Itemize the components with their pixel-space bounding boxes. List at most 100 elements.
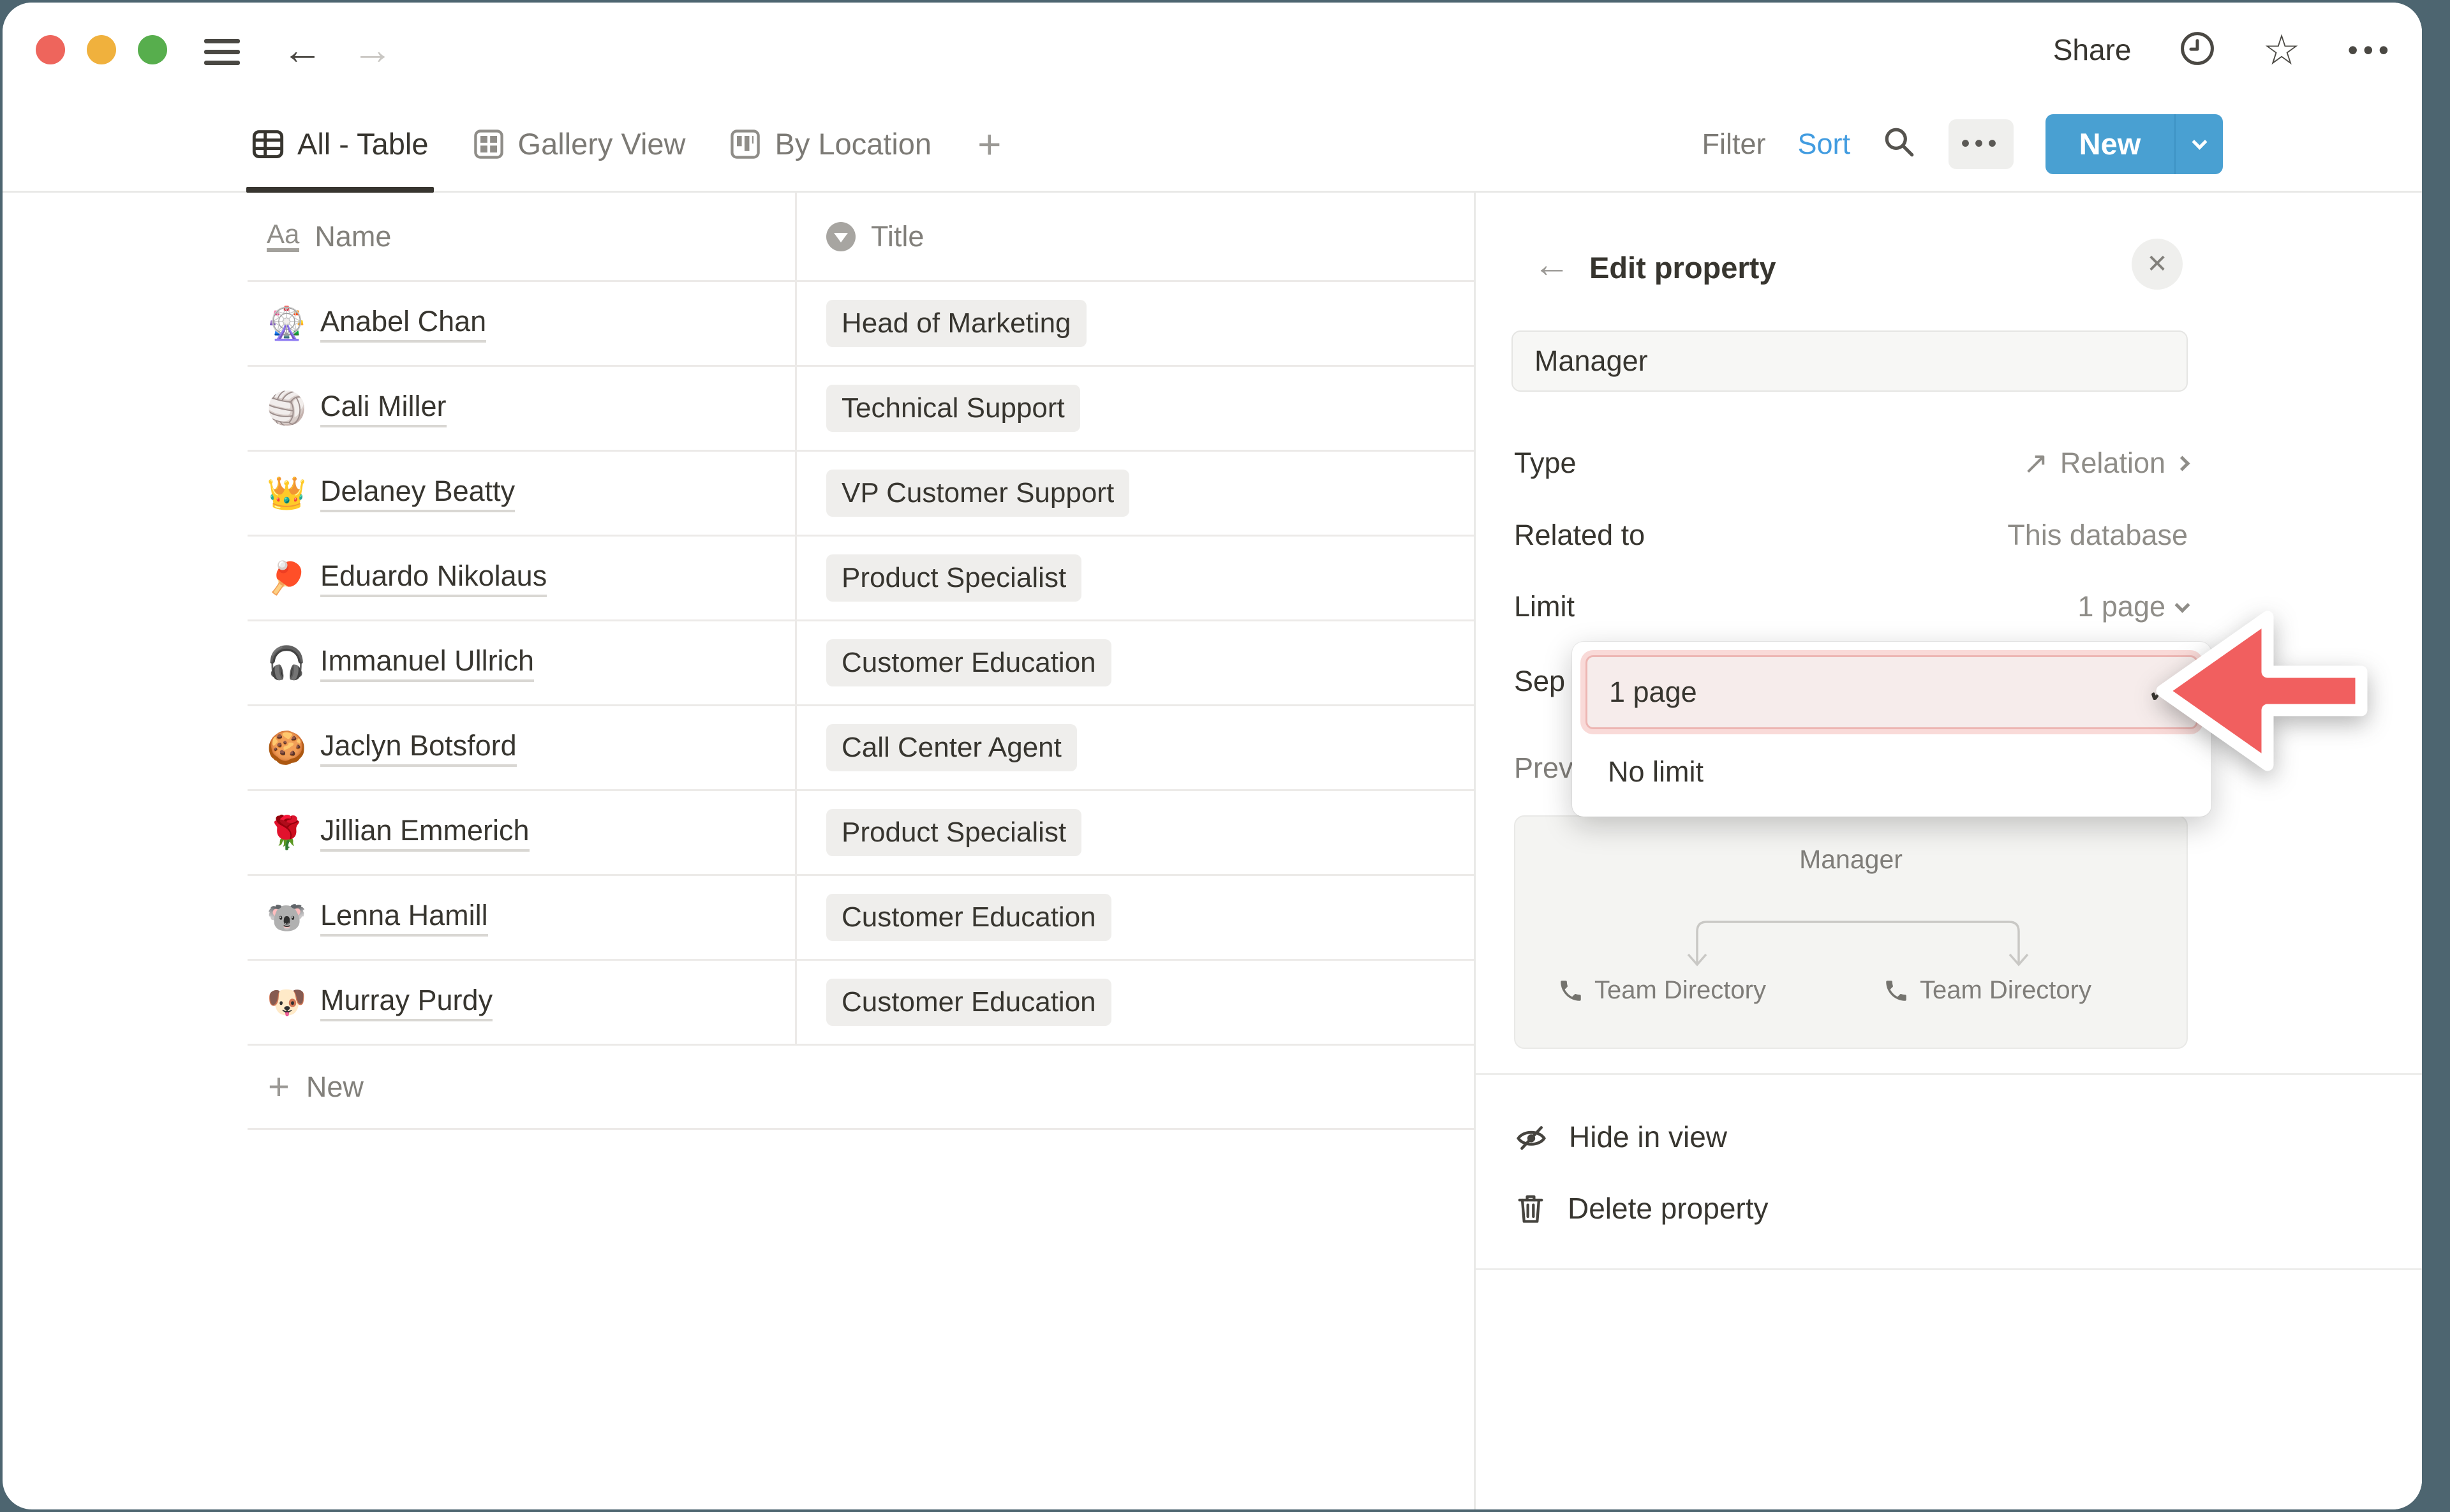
page-link[interactable]: Murray Purdy xyxy=(320,984,493,1021)
name-cell[interactable]: 🏓 Eduardo Nikolaus xyxy=(248,537,795,619)
clipped-property-label: Sep xyxy=(1514,665,1565,698)
view-options-button[interactable]: ••• xyxy=(1949,119,2014,169)
table-row: 🐶 Murray Purdy Customer Education xyxy=(248,961,1476,1046)
property-name-input[interactable]: Manager xyxy=(1511,330,2188,392)
column-header-name[interactable]: Aa Name xyxy=(248,193,795,280)
select-tag[interactable]: Product Specialist xyxy=(826,554,1081,602)
property-value: This database xyxy=(2007,519,2188,552)
title-cell[interactable]: VP Customer Support xyxy=(795,452,1476,535)
limit-dropdown-menu: 1 page ✓ No limit xyxy=(1572,642,2211,817)
add-row-button[interactable]: + New xyxy=(248,1046,1476,1130)
more-options-icon[interactable]: ••• xyxy=(2348,33,2394,67)
title-cell[interactable]: Customer Education xyxy=(795,961,1476,1044)
page-link[interactable]: Eduardo Nikolaus xyxy=(320,560,547,597)
forward-icon[interactable]: → xyxy=(352,20,393,79)
select-tag[interactable]: Call Center Agent xyxy=(826,724,1077,771)
hide-in-view-button[interactable]: Hide in view xyxy=(1514,1105,1727,1169)
new-button[interactable]: New xyxy=(2045,114,2223,174)
page-link[interactable]: Immanuel Ullrich xyxy=(320,644,534,682)
property-value: Relation xyxy=(2060,447,2165,480)
column-label: Name xyxy=(315,220,391,253)
table-view-icon xyxy=(251,128,285,161)
select-tag[interactable]: Customer Education xyxy=(826,979,1111,1026)
title-cell[interactable]: Customer Education xyxy=(795,876,1476,959)
select-tag[interactable]: Technical Support xyxy=(826,385,1080,432)
close-window-button[interactable] xyxy=(36,35,65,64)
updates-clock-icon[interactable] xyxy=(2179,30,2216,70)
share-button[interactable]: Share xyxy=(2053,33,2132,67)
table-row: 🏐 Cali Miller Technical Support xyxy=(248,367,1476,452)
search-icon[interactable] xyxy=(1882,125,1917,163)
property-label: Limit xyxy=(1514,590,1575,623)
page-link[interactable]: Jillian Emmerich xyxy=(320,814,530,852)
panel-close-icon[interactable]: ✕ xyxy=(2132,239,2183,290)
name-cell[interactable]: 🎧 Immanuel Ullrich xyxy=(248,621,795,704)
title-bar: ← → Share ☆ ••• xyxy=(3,3,2422,97)
delete-property-button[interactable]: Delete property xyxy=(1514,1176,1769,1240)
name-cell[interactable]: 👑 Delaney Beatty xyxy=(248,452,795,535)
annotation-arrow-left-icon xyxy=(2127,583,2402,794)
minimize-window-button[interactable] xyxy=(87,35,116,64)
name-cell[interactable]: 🍪 Jaclyn Botsford xyxy=(248,706,795,789)
tab-all-table[interactable]: All - Table xyxy=(248,97,433,191)
app-window: ← → Share ☆ ••• All - xyxy=(3,3,2422,1509)
new-dropdown-button[interactable] xyxy=(2176,114,2223,174)
zoom-window-button[interactable] xyxy=(138,35,167,64)
column-header-title[interactable]: Title xyxy=(795,193,1476,280)
add-view-button[interactable]: + xyxy=(971,97,1007,191)
related-to-value-button[interactable]: This database xyxy=(2007,519,2188,552)
panel-back-icon[interactable]: ← xyxy=(1533,246,1570,283)
page-link[interactable]: Anabel Chan xyxy=(320,305,486,343)
page-link[interactable]: Jaclyn Botsford xyxy=(320,729,517,767)
dropdown-option-1-page[interactable]: 1 page ✓ xyxy=(1585,655,2198,729)
type-value-button[interactable]: ↗ Relation xyxy=(2023,445,2188,481)
table-header-row: Aa Name Title xyxy=(248,193,1476,282)
database-table: Aa Name Title 🎡 Anabel Chan Head of Mark… xyxy=(248,193,1476,1130)
title-cell[interactable]: Customer Education xyxy=(795,621,1476,704)
name-cell[interactable]: 🎡 Anabel Chan xyxy=(248,282,795,365)
select-tag[interactable]: Customer Education xyxy=(826,639,1111,686)
option-label: 1 page xyxy=(1609,676,1697,709)
name-cell[interactable]: 🌹 Jillian Emmerich xyxy=(248,791,795,874)
property-row-related-to: Related to This database xyxy=(1514,506,2188,565)
dropdown-option-no-limit[interactable]: No limit xyxy=(1580,735,2204,809)
title-cell[interactable]: Product Specialist xyxy=(795,537,1476,619)
phone-icon xyxy=(1883,977,1910,1004)
preview-child-item: Team Directory xyxy=(1883,976,2091,1005)
option-label: No limit xyxy=(1608,755,1704,789)
title-cell[interactable]: Call Center Agent xyxy=(795,706,1476,789)
row-emoji-icon: 🍪 xyxy=(267,732,304,764)
row-emoji-icon: 🌹 xyxy=(267,817,304,849)
page-link[interactable]: Delaney Beatty xyxy=(320,475,515,512)
tab-by-location[interactable]: By Location xyxy=(725,97,935,191)
select-tag[interactable]: Product Specialist xyxy=(826,809,1081,856)
page-link[interactable]: Lenna Hamill xyxy=(320,899,488,937)
back-icon[interactable]: ← xyxy=(282,20,323,79)
title-cell[interactable]: Head of Marketing xyxy=(795,282,1476,365)
sort-button[interactable]: Sort xyxy=(1797,128,1850,161)
name-cell[interactable]: 🐶 Murray Purdy xyxy=(248,961,795,1044)
row-emoji-icon: 👑 xyxy=(267,477,304,509)
trash-icon xyxy=(1514,1191,1547,1226)
preview-child-label: Team Directory xyxy=(1920,976,2091,1005)
panel-divider xyxy=(1476,1268,2422,1270)
select-tag[interactable]: Customer Education xyxy=(826,894,1111,941)
title-cell[interactable]: Product Specialist xyxy=(795,791,1476,874)
menu-icon[interactable] xyxy=(204,39,240,65)
filter-button[interactable]: Filter xyxy=(1702,128,1765,161)
name-cell[interactable]: 🐨 Lenna Hamill xyxy=(248,876,795,959)
row-emoji-icon: 🎧 xyxy=(267,647,304,679)
select-tag[interactable]: VP Customer Support xyxy=(826,470,1129,517)
select-tag[interactable]: Head of Marketing xyxy=(826,300,1087,347)
page-link[interactable]: Cali Miller xyxy=(320,390,447,427)
property-row-type: Type ↗ Relation xyxy=(1514,434,2188,493)
row-emoji-icon: 🏓 xyxy=(267,562,304,594)
title-cell[interactable]: Technical Support xyxy=(795,367,1476,450)
table-row: 🎡 Anabel Chan Head of Marketing xyxy=(248,282,1476,367)
text-property-icon: Aa xyxy=(267,221,299,252)
tab-gallery-view[interactable]: Gallery View xyxy=(468,97,690,191)
favorite-star-icon[interactable]: ☆ xyxy=(2263,29,2301,71)
name-cell[interactable]: 🏐 Cali Miller xyxy=(248,367,795,450)
table-row: 🌹 Jillian Emmerich Product Specialist xyxy=(248,791,1476,876)
tab-label: By Location xyxy=(775,126,932,161)
